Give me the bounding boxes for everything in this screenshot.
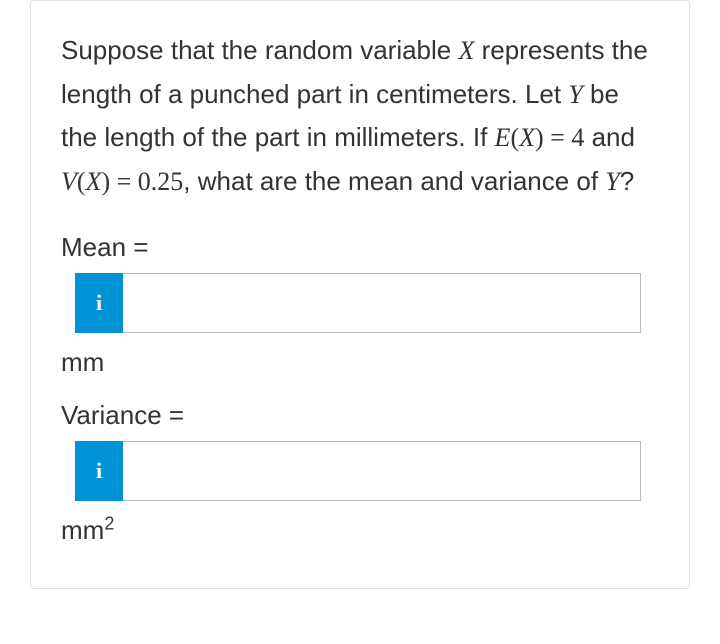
info-icon[interactable]: i (75, 441, 123, 501)
mean-field-group: Mean = i mm (61, 232, 659, 378)
variance-unit: mm2 (61, 515, 659, 546)
question-text: Suppose that the random variable X repre… (61, 29, 659, 204)
variable-x: X (458, 36, 474, 65)
variance-func: V (61, 167, 77, 196)
text-part: Suppose that the random variable (61, 35, 458, 65)
variance-field-group: Variance = i mm2 (61, 400, 659, 546)
variance-var: X (86, 167, 102, 196)
variance-label: Variance = (61, 400, 659, 431)
text-part: ? (620, 166, 634, 196)
mean-label: Mean = (61, 232, 659, 263)
variance-value: = 0.25 (110, 167, 183, 196)
expected-value: = 4 (544, 123, 585, 152)
variance-input[interactable] (123, 441, 641, 501)
mean-input-row: i (75, 273, 659, 333)
text-part: , what are the mean and variance of (183, 166, 605, 196)
expected-var: X (519, 123, 535, 152)
mean-unit: mm (61, 347, 659, 378)
variance-input-row: i (75, 441, 659, 501)
paren-close: ) (535, 123, 544, 152)
text-part: and (584, 122, 635, 152)
info-icon[interactable]: i (75, 273, 123, 333)
expected-func: E (495, 123, 511, 152)
paren-close: ) (101, 167, 110, 196)
paren-open: ( (510, 123, 519, 152)
variable-y: Y (568, 80, 582, 109)
mean-input[interactable] (123, 273, 641, 333)
question-container: Suppose that the random variable X repre… (30, 0, 690, 589)
unit-base: mm (61, 515, 104, 545)
variable-y2: Y (605, 167, 619, 196)
unit-exponent: 2 (104, 513, 114, 533)
paren-open: ( (77, 167, 86, 196)
